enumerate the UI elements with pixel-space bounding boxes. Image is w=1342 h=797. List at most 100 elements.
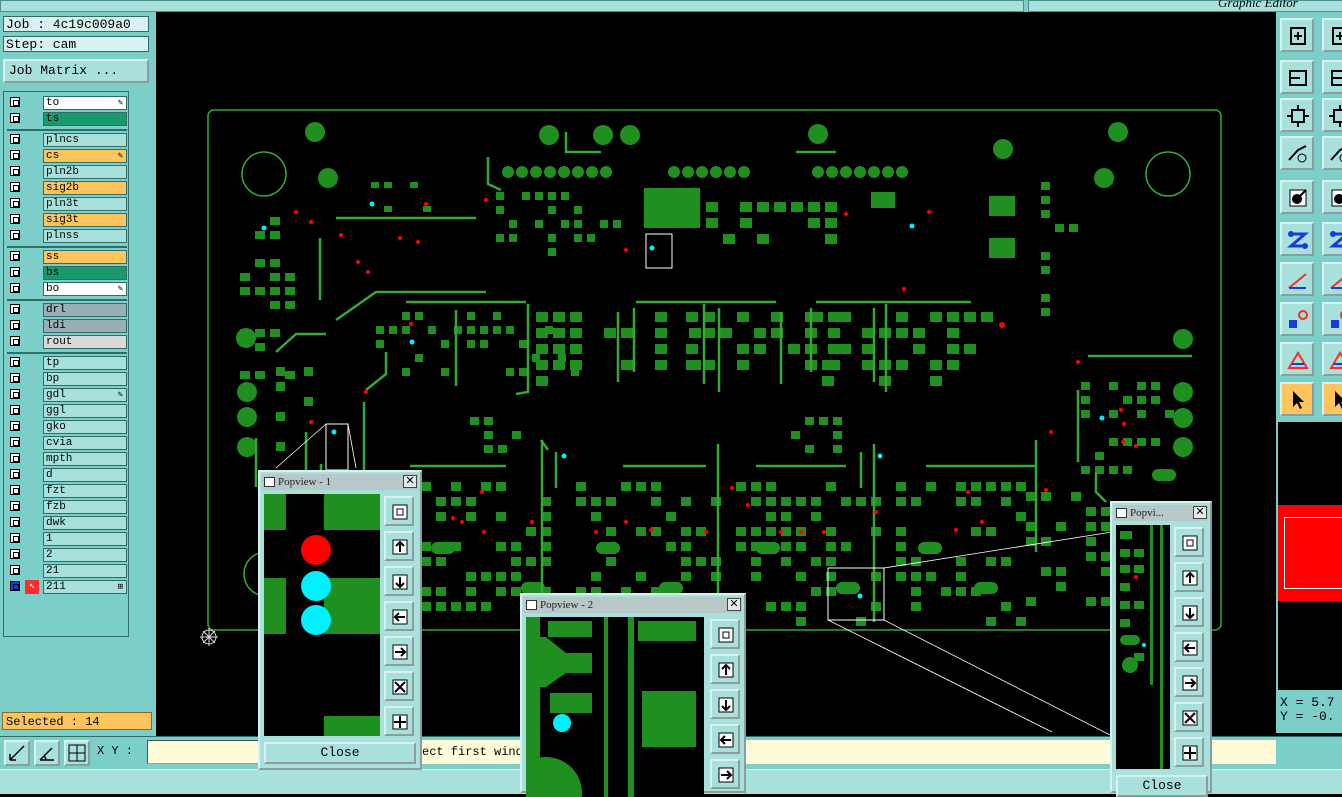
popview-3-titlebar[interactable]: Popvi... ✕ (1114, 505, 1208, 521)
layer-row[interactable]: pln3t (7, 197, 127, 211)
layer-name[interactable]: ts (43, 112, 127, 126)
angle2-button[interactable] (1322, 262, 1342, 296)
pan-right-button[interactable] (1174, 667, 1204, 697)
popview-1-close-button[interactable]: Close (264, 742, 416, 764)
triangle2-button[interactable] (1322, 342, 1342, 376)
layer-row[interactable]: ts (7, 112, 127, 126)
cross-button[interactable] (1322, 222, 1342, 256)
layer-name[interactable]: plncs (43, 133, 127, 147)
close-icon[interactable]: ✕ (403, 475, 417, 488)
layer-checkbox[interactable] (10, 320, 20, 330)
layer-checkbox[interactable] (10, 453, 20, 463)
layer-name[interactable]: 211 ⊞ (43, 580, 127, 594)
layer-row[interactable]: gdl ✎ (7, 388, 127, 402)
layer-row[interactable]: to ✎ (7, 96, 127, 110)
layer-row[interactable]: bo ✎ (7, 282, 127, 296)
layer-name[interactable]: gdl ✎ (43, 388, 127, 402)
draw-line-button[interactable] (1322, 180, 1342, 214)
fit-view-button[interactable] (1280, 98, 1314, 132)
down-align-button[interactable] (1322, 18, 1342, 52)
fit-button[interactable] (384, 671, 414, 701)
layer-name[interactable]: d (43, 468, 127, 482)
grid-view-button[interactable] (1322, 136, 1342, 170)
pan-up-button[interactable] (1174, 562, 1204, 592)
layer-row[interactable]: dwk (7, 516, 127, 530)
layer-name[interactable]: plnss (43, 229, 127, 243)
layer-name[interactable]: dwk (43, 516, 127, 530)
layer-checkbox[interactable] (10, 283, 20, 293)
popview-3-view[interactable] (1116, 525, 1170, 769)
layer-checkbox[interactable] (10, 501, 20, 511)
snap-button[interactable] (1280, 180, 1314, 214)
left-align-button[interactable] (1280, 60, 1314, 94)
layer-name[interactable]: sig3t (43, 213, 127, 227)
tool-settings-button[interactable] (1280, 136, 1314, 170)
layer-name[interactable]: bs (43, 266, 127, 280)
popview-1-titlebar[interactable]: Popview - 1 ✕ (262, 474, 418, 490)
layer-name[interactable]: sig2b (43, 181, 127, 195)
layer-checkbox[interactable] (10, 485, 20, 495)
angle-tool-button[interactable] (34, 740, 60, 766)
popview-1-view[interactable] (264, 494, 380, 736)
layer-checkbox[interactable] (10, 251, 20, 261)
layer-row[interactable]: ldi (7, 319, 127, 333)
xy-input[interactable] (147, 740, 259, 764)
layer-name[interactable]: bo ✎ (43, 282, 127, 296)
layer-row[interactable]: mpth (7, 452, 127, 466)
popview-2-window[interactable]: Popview - 2 ✕ (520, 593, 746, 797)
close-icon[interactable]: ✕ (1193, 506, 1207, 519)
close-icon[interactable]: ✕ (727, 598, 741, 611)
select-button[interactable] (1280, 382, 1314, 416)
layer-row[interactable]: cvia (7, 436, 127, 450)
zoom-in-button[interactable] (710, 619, 740, 649)
layer-checkbox[interactable] (10, 97, 20, 107)
layer-row[interactable]: fzt (7, 484, 127, 498)
pan-up-button[interactable] (384, 531, 414, 561)
layer-name[interactable]: cs ✎ (43, 149, 127, 163)
layer-name[interactable]: fzb (43, 500, 127, 514)
layer-row[interactable]: gko (7, 420, 127, 434)
layer-row[interactable]: rout (7, 335, 127, 349)
pad-button[interactable] (1280, 302, 1314, 336)
layer-checkbox[interactable] (10, 230, 20, 240)
layer-row[interactable]: 21 (7, 564, 127, 578)
select2-button[interactable] (1322, 382, 1342, 416)
layer-name[interactable]: ggl (43, 404, 127, 418)
layer-checkbox[interactable] (10, 336, 20, 346)
layer-checkbox[interactable] (10, 357, 20, 367)
layer-checkbox[interactable] (10, 166, 20, 176)
center-button[interactable] (1174, 737, 1204, 767)
layer-row[interactable]: fzb (7, 500, 127, 514)
pan-right-button[interactable] (384, 636, 414, 666)
pan-down-button[interactable] (1174, 597, 1204, 627)
layer-row[interactable]: tp (7, 356, 127, 370)
layer-name[interactable]: drl (43, 303, 127, 317)
layer-name[interactable]: cvia (43, 436, 127, 450)
layer-row[interactable]: drl (7, 303, 127, 317)
layer-row[interactable]: sig3t (7, 213, 127, 227)
line-cross-button[interactable] (1322, 302, 1342, 336)
layer-name[interactable]: tp (43, 356, 127, 370)
layer-row[interactable]: 2 (7, 548, 127, 562)
popview-2-view[interactable] (526, 617, 704, 797)
layer-row[interactable]: pln2b (7, 165, 127, 179)
layer-checkbox[interactable] (10, 182, 20, 192)
layer-checkbox[interactable] (10, 437, 20, 447)
pan-left-button[interactable] (710, 724, 740, 754)
layer-checkbox[interactable] (10, 581, 20, 591)
layer-row[interactable]: cs ✎ (7, 149, 127, 163)
layer-row[interactable]: bs (7, 266, 127, 280)
triangle-button[interactable] (1280, 342, 1314, 376)
layer-checkbox[interactable] (10, 134, 20, 144)
layer-row[interactable]: bp (7, 372, 127, 386)
layer-name[interactable]: 21 (43, 564, 127, 578)
layer-name[interactable]: fzt (43, 484, 127, 498)
layer-row[interactable]: d (7, 468, 127, 482)
layer-checkbox[interactable] (10, 405, 20, 415)
pan-down-button[interactable] (384, 566, 414, 596)
pan-left-button[interactable] (384, 601, 414, 631)
center-button[interactable] (384, 706, 414, 736)
layer-checkbox[interactable] (10, 517, 20, 527)
popview-2-titlebar[interactable]: Popview - 2 ✕ (524, 597, 742, 613)
pan-right-button[interactable] (710, 759, 740, 789)
